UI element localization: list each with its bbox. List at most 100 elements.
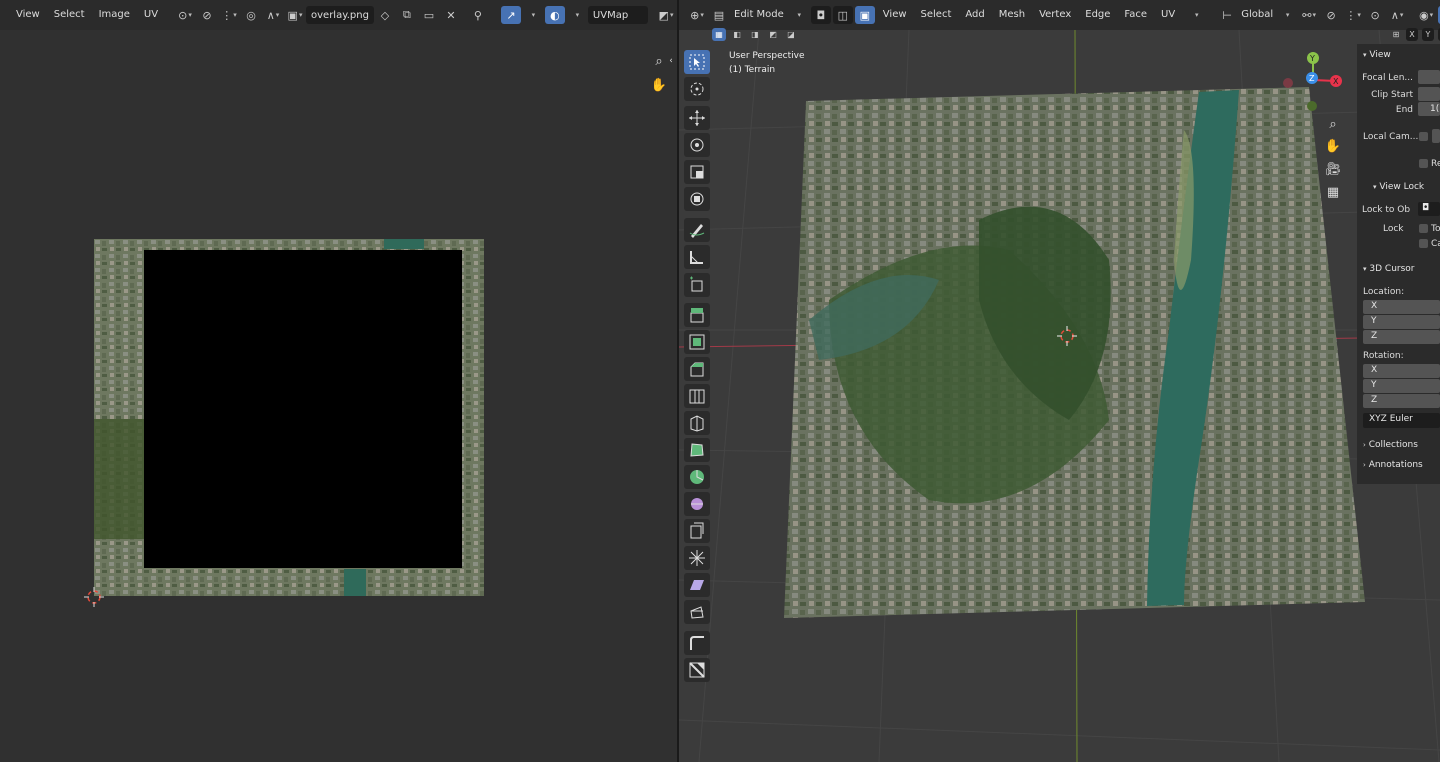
render-region-checkbox[interactable] [1419, 159, 1428, 168]
vp-menu-mesh[interactable]: Mesh [992, 0, 1032, 30]
sync-caret-icon[interactable]: ▾ [523, 6, 543, 24]
collections-toggle-icon[interactable]: › [1363, 441, 1366, 449]
clip-end-field[interactable]: 1( [1418, 102, 1440, 116]
tool-uv-unwrap[interactable] [684, 631, 710, 655]
view-lock-toggle-icon[interactable]: ▾ [1373, 183, 1377, 191]
tool-spin[interactable] [684, 465, 710, 489]
local-camera-checkbox[interactable] [1419, 132, 1428, 141]
select-extend-icon[interactable]: ◧ [730, 28, 744, 41]
tool-knife[interactable] [684, 411, 710, 435]
falloff-type-icon[interactable]: ∧ ▾ [1387, 6, 1407, 24]
select-subtract-icon[interactable]: ◨ [748, 28, 762, 41]
camera-view-icon[interactable]: 🎥︎ [1323, 159, 1343, 179]
face-select-icon[interactable]: ▣ [854, 6, 875, 24]
new-image-icon[interactable]: ⧉ [397, 6, 417, 24]
mode-caret-icon[interactable]: ▾ [789, 6, 809, 24]
vp-menu-face[interactable]: Face [1117, 0, 1154, 30]
image-name-field[interactable]: overlay.png [306, 6, 374, 24]
snap-icon[interactable]: ⊘ [197, 6, 217, 24]
close-image-icon[interactable]: ✕ [441, 6, 461, 24]
vp-menu-uv[interactable]: UV [1154, 0, 1182, 30]
tool-loop-cut[interactable] [684, 384, 710, 408]
proportional-icon[interactable]: ⊙ [1365, 6, 1385, 24]
rotation-mode-select[interactable]: XYZ Euler [1363, 413, 1440, 428]
tool-smooth[interactable] [684, 492, 710, 516]
uv-pan-icon[interactable]: ✋ [649, 75, 669, 95]
tool-move[interactable] [684, 106, 710, 130]
location-x-field[interactable]: X [1363, 300, 1440, 314]
uv-menu-image[interactable]: Image [92, 0, 137, 30]
edge-select-icon[interactable]: ◫ [832, 6, 853, 24]
navigation-gizmo[interactable]: Y X Z [1279, 48, 1347, 116]
select-invert-icon[interactable]: ◩ [766, 28, 780, 41]
tool-bevel[interactable] [684, 357, 710, 381]
orientation-select[interactable]: Global [1238, 0, 1276, 30]
focal-length-field[interactable] [1418, 70, 1440, 84]
tool-inset[interactable] [684, 330, 710, 354]
pivot-icon[interactable]: ⊙ ▾ [175, 6, 195, 24]
lock-to-cursor-checkbox[interactable] [1419, 224, 1428, 233]
mode-icon[interactable]: ▤ [709, 6, 729, 24]
proportional-edit-icon[interactable]: ◎ [241, 6, 261, 24]
editor-type-icon[interactable]: ⊕ ▾ [687, 6, 707, 24]
tool-rotate[interactable] [684, 133, 710, 157]
display-channels-icon[interactable]: ◩ ▾ [656, 6, 676, 24]
cursor-panel-header[interactable]: 3D Cursor [1369, 264, 1414, 274]
uv-menu-view[interactable]: View [0, 0, 47, 30]
lock-to-object-field[interactable]: ◘ [1418, 202, 1440, 216]
clip-start-field[interactable] [1418, 87, 1440, 101]
uv-caret-icon[interactable]: ▾ [1186, 6, 1206, 24]
snap-element-icon[interactable]: ⋮ ▾ [1343, 6, 1363, 24]
overlay-caret-icon[interactable]: ▾ [567, 6, 587, 24]
tool-rip[interactable] [684, 600, 710, 624]
rotation-x-field[interactable]: X [1363, 364, 1440, 378]
collections-header[interactable]: Collections [1369, 440, 1418, 450]
tool-measure[interactable] [684, 245, 710, 269]
open-image-icon[interactable]: ▭ [419, 6, 439, 24]
view-panel-toggle-icon[interactable]: ▾ [1363, 51, 1367, 59]
rotation-y-field[interactable]: Y [1363, 379, 1440, 393]
tool-select-box[interactable] [684, 50, 710, 74]
axis-y-toggle[interactable]: Y [1422, 28, 1434, 41]
mirror-icon[interactable]: ⊞ [1390, 28, 1402, 41]
location-y-field[interactable]: Y [1363, 315, 1440, 329]
tool-add-cube[interactable] [684, 273, 710, 297]
snap-toggle-icon[interactable]: ⊘ [1321, 6, 1341, 24]
uv-collapse-icon[interactable]: ‹ [666, 51, 676, 71]
zoom-icon[interactable]: ⌕ [1323, 114, 1343, 134]
location-z-field[interactable]: Z [1363, 330, 1440, 344]
visibility-icon[interactable]: ◉ ▾ [1416, 6, 1436, 24]
image-browse-icon[interactable]: ▣ ▾ [285, 6, 305, 24]
uv-sync-icon[interactable]: ↗ [500, 6, 521, 24]
vp-menu-vertex[interactable]: Vertex [1032, 0, 1078, 30]
tool-edge-slide[interactable] [684, 519, 710, 543]
tool-shear[interactable] [684, 573, 710, 597]
annotations-toggle-icon[interactable]: › [1363, 461, 1366, 469]
local-camera-field[interactable] [1432, 129, 1440, 143]
annotations-header[interactable]: Annotations [1369, 460, 1423, 470]
view-lock-header[interactable]: View Lock [1379, 182, 1424, 192]
pan-icon[interactable]: ✋ [1323, 136, 1343, 156]
uv-menu-uv[interactable]: UV [137, 0, 165, 30]
vp-menu-view[interactable]: View [876, 0, 914, 30]
select-box-icon[interactable]: ▦ [712, 28, 726, 41]
falloff-icon[interactable]: ∧ ▾ [263, 6, 283, 24]
lock-camera-checkbox[interactable] [1419, 239, 1428, 248]
3d-cursor-icon[interactable] [1057, 326, 1077, 346]
tool-extrude[interactable] [684, 303, 710, 327]
select-intersect-icon[interactable]: ◪ [784, 28, 798, 41]
tool-shrink-fatten[interactable] [684, 546, 710, 570]
tool-transform[interactable] [684, 187, 710, 211]
tool-cursor[interactable] [684, 77, 710, 101]
axis-x-toggle[interactable]: X [1406, 28, 1418, 41]
uv-menu-select[interactable]: Select [47, 0, 92, 30]
vp-menu-edge[interactable]: Edge [1078, 0, 1117, 30]
tool-annotate[interactable] [684, 218, 710, 242]
uv-cursor-icon[interactable] [84, 587, 104, 607]
perspective-toggle-icon[interactable]: ▦ [1323, 182, 1343, 202]
snap-target-icon[interactable]: ⋮ ▾ [219, 6, 239, 24]
tool-mark-seam[interactable] [684, 658, 710, 682]
orientation-caret-icon[interactable]: ▾ [1277, 6, 1297, 24]
vp-menu-add[interactable]: Add [958, 0, 991, 30]
view-panel-header[interactable]: View [1369, 50, 1390, 60]
